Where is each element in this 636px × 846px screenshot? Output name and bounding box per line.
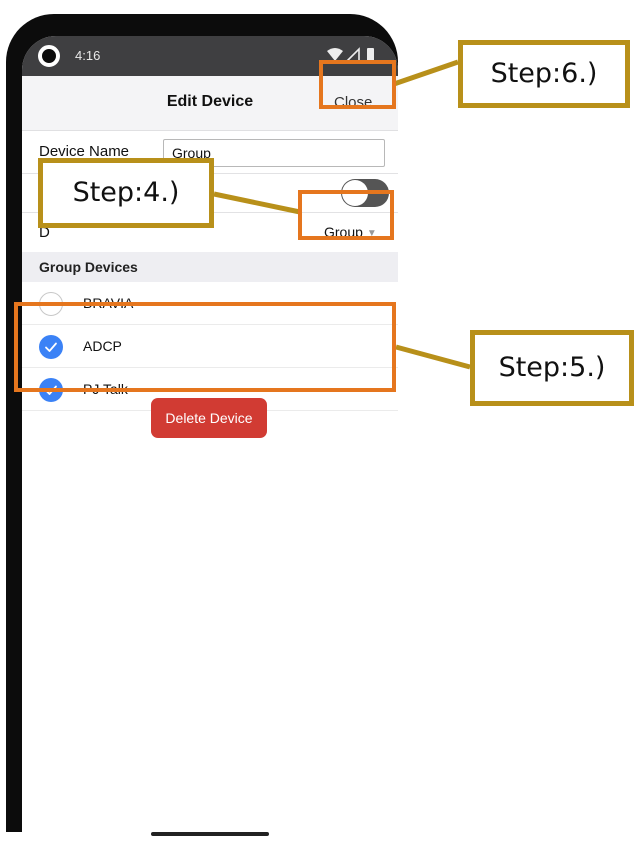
step5-callout: Step:5.) [470, 330, 634, 406]
status-time: 4:16 [75, 48, 101, 63]
step6-connector [393, 59, 459, 87]
delete-device-button[interactable]: Delete Device [151, 398, 267, 438]
phone-frame: 4:16 Edit Device Close Device Name E D G [6, 14, 398, 846]
step6-callout: Step:6.) [458, 40, 630, 108]
section-title: Group Devices [39, 259, 138, 275]
close-highlight-box [319, 60, 396, 109]
devices-highlight-box [14, 302, 396, 392]
camera-icon [38, 45, 60, 67]
group-devices-header: Group Devices [22, 252, 398, 282]
step4-callout: Step:4.) [38, 158, 214, 228]
home-indicator [151, 832, 269, 836]
step5-connector [395, 344, 471, 370]
group-select-highlight-box [298, 190, 394, 240]
